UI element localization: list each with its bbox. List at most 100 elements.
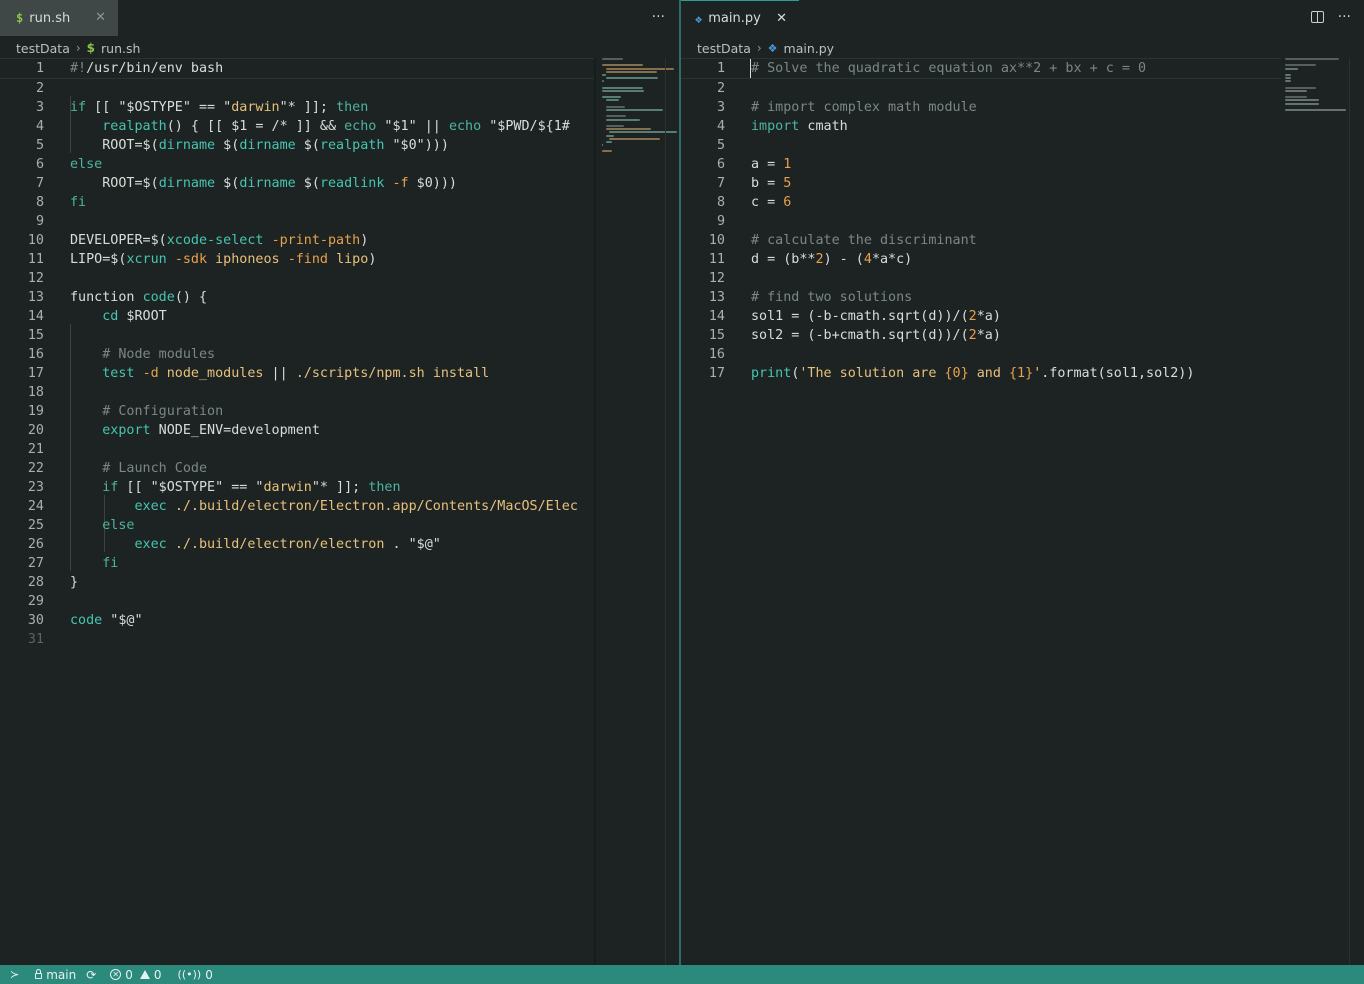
code-line[interactable]: 6 else [0,155,594,174]
line-number: 26 [27,537,44,552]
code-line[interactable]: 25 else [0,516,594,535]
code-line[interactable]: 14 cd $ROOT [0,307,594,326]
code-line[interactable]: 17 print('The solution are {0} and {1}'.f… [681,364,1281,383]
line-code: # calculate the discriminant [751,233,977,248]
code-line[interactable]: 16 # Node modules [0,345,594,364]
tab-run-sh[interactable]: $ run.sh ✕ [0,0,118,36]
minimap-line [1285,89,1307,92]
remote-indicator[interactable]: ≻ [10,968,19,981]
code-line[interactable]: 16 [681,345,1281,364]
minimap-line [605,105,626,108]
code-line[interactable]: 12 [681,269,1281,288]
tab-main-py[interactable]: ❖ main.py ✕ [681,0,799,36]
code-line[interactable]: 17 test -d node_modules || ./scripts/npm… [0,364,594,383]
minimap-line [1285,73,1291,76]
problems-indicator[interactable]: ✕ 0 0 [110,968,162,982]
branch-name: main [46,967,77,982]
code-line[interactable]: 10 # calculate the discriminant [681,231,1281,250]
minimap-line [602,86,643,89]
code-line[interactable]: 1 # Solve the quadratic equation ax**2 + … [681,58,1281,79]
code-line[interactable]: 4 realpath() { [[ $1 = /* ]] && echo "$1… [0,117,594,136]
code-line[interactable]: 8 c = 6 [681,193,1281,212]
line-code: # Node modules [70,347,216,362]
code-line[interactable]: 1 #!/usr/bin/env bash [0,58,594,79]
breadcrumb-file[interactable]: run.sh [101,41,140,56]
line-code: cd $ROOT [102,309,167,324]
line-code: ROOT=$(dirname $(dirname $(readlink -f $… [70,176,457,191]
code-line[interactable]: 5 ROOT=$(dirname $(dirname $(realpath "$… [0,136,594,155]
more-actions-icon[interactable]: ··· [1338,9,1351,25]
code-line[interactable]: 8 fi [0,193,594,212]
code-line[interactable]: 7 ROOT=$(dirname $(dirname $(readlink -f… [0,174,594,193]
line-code: sol2 = (-b+cmath.sqrt(d))/(2*a) [751,328,1001,343]
broadcast-icon: ((•)) [177,968,202,981]
code-editor[interactable]: 1 #!/usr/bin/env bash 2 3 if [[ "$OSTYPE" ==… [0,58,594,649]
code-line[interactable]: 29 [0,592,594,611]
breadcrumb: testData › $ run.sh [16,38,140,58]
line-number: 14 [27,309,44,324]
code-line[interactable]: 18 [0,383,594,402]
breadcrumb-file[interactable]: main.py [784,41,835,56]
code-line[interactable]: 22 # Launch Code [0,459,594,478]
code-line[interactable]: 23 if [[ "$OSTYPE" == "darwin"* ]]; then [0,478,594,497]
code-line[interactable]: 30 code "$@" [0,611,594,630]
code-line[interactable]: 15 [0,326,594,345]
code-line[interactable]: 28} [0,573,594,592]
code-line[interactable]: 24 exec ./.build/electron/Electron.app/C… [0,497,594,516]
code-line[interactable]: 31 [0,630,594,649]
minimap-line [1285,86,1316,89]
code-line[interactable]: 5 [681,136,1281,155]
line-code: function code() { [70,290,208,305]
code-line[interactable]: 3 if [[ "$OSTYPE" == "darwin"* ]]; then [0,98,594,117]
line-code: code "$@" [70,613,143,628]
code-line[interactable]: 15 sol2 = (-b+cmath.sqrt(d))/(2*a) [681,326,1281,345]
code-line[interactable]: 19 # Configuration [0,402,594,421]
code-line[interactable]: 13 function code() { [0,288,594,307]
code-line[interactable]: 6 a = 1 [681,155,1281,174]
line-code: d = (b**2) - (4*a*c) [751,252,913,267]
code-editor[interactable]: 1 # Solve the quadratic equation ax**2 + … [681,58,1281,383]
code-line[interactable]: 20 export NODE_ENV=development [0,421,594,440]
code-line[interactable]: 11 d = (b**2) - (4*a*c) [681,250,1281,269]
branch-indicator[interactable]: main ⟳ [35,968,96,982]
code-line[interactable]: 12 [0,269,594,288]
code-line[interactable]: 27 fi [0,554,594,573]
ports-indicator[interactable]: ((•)) 0 [178,968,213,982]
line-number: 4 [35,119,44,134]
breadcrumb-folder[interactable]: testData [697,41,751,56]
sync-icon[interactable]: ⟳ [86,968,96,982]
minimap[interactable] [602,58,678,158]
close-icon[interactable]: ✕ [95,10,106,25]
code-line[interactable]: 10 DEVELOPER=$(xcode-select -print-path) [0,231,594,250]
code-line[interactable]: 13 # find two solutions [681,288,1281,307]
line-number: 11 [27,252,44,267]
minimap[interactable] [1285,58,1357,158]
line-number: 18 [27,385,44,400]
split-editor-icon[interactable] [1310,11,1324,23]
line-number: 13 [708,290,725,305]
code-line[interactable]: 21 [0,440,594,459]
scrollbar[interactable] [1349,58,1364,965]
code-line[interactable]: 9 [0,212,594,231]
line-number: 15 [708,328,725,343]
line-number: 6 [716,157,725,172]
close-icon[interactable]: ✕ [776,11,787,26]
line-number: 11 [708,252,725,267]
code-line[interactable]: 3 # import complex math module [681,98,1281,117]
minimap-line [602,73,607,76]
code-line[interactable]: 26 exec ./.build/electron/electron . "$@… [0,535,594,554]
code-line[interactable]: 2 [0,79,594,98]
code-line[interactable]: 11 LIPO=$(xcrun -sdk iphoneos -find lipo) [0,250,594,269]
code-line[interactable]: 4 import cmath [681,117,1281,136]
breadcrumb-folder[interactable]: testData [16,41,70,56]
minimap-line [605,109,663,111]
scrollbar[interactable] [665,58,679,965]
line-number: 3 [35,100,44,115]
line-code: DEVELOPER=$(xcode-select -print-path) [70,233,369,248]
code-line[interactable]: 14 sol1 = (-b-cmath.sqrt(d))/(2*a) [681,307,1281,326]
minimap-line [1285,58,1339,60]
code-line[interactable]: 9 [681,212,1281,231]
code-line[interactable]: 2 [681,79,1281,98]
more-actions-icon[interactable]: ··· [652,9,665,25]
code-line[interactable]: 7 b = 5 [681,174,1281,193]
